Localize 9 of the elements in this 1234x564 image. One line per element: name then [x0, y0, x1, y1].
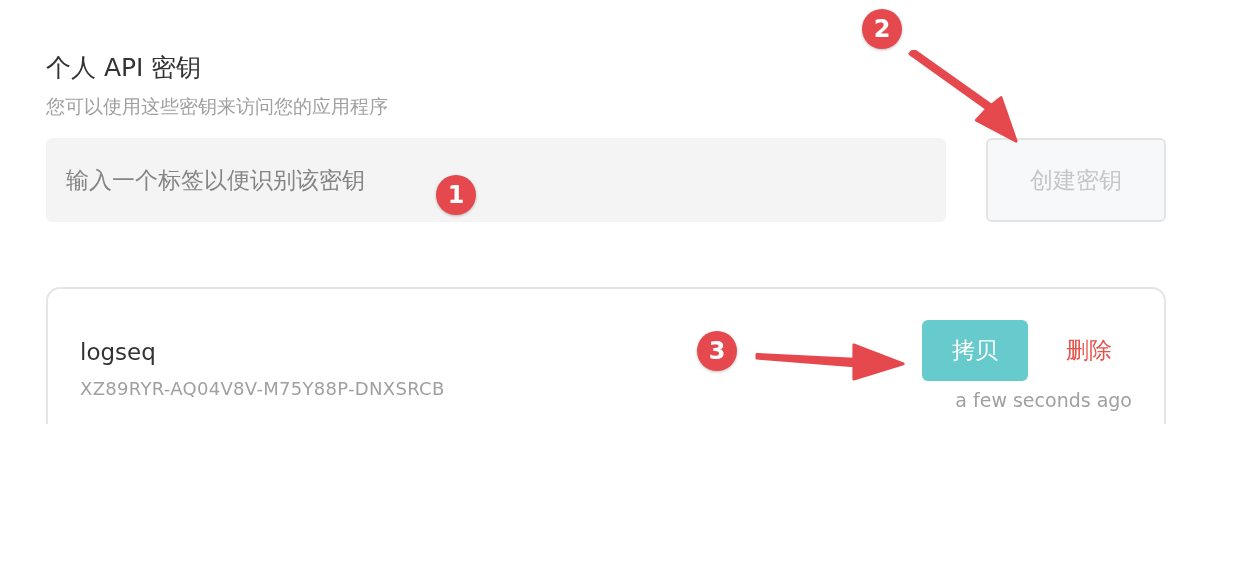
step-badge: 3 [697, 331, 737, 371]
delete-button[interactable]: 删除 [1048, 335, 1132, 366]
copy-button[interactable]: 拷贝 [922, 320, 1028, 381]
section-subtitle: 您可以使用这些密钥来访问您的应用程序 [46, 94, 389, 119]
key-label: logseq [80, 338, 157, 367]
created-time: a few seconds ago [955, 389, 1132, 411]
step-badge: 2 [862, 9, 902, 49]
section-title: 个人 API 密钥 [46, 52, 203, 84]
key-value: XZ89RYR-AQ04V8V-M75Y88P-DNXSRCB [80, 378, 445, 399]
